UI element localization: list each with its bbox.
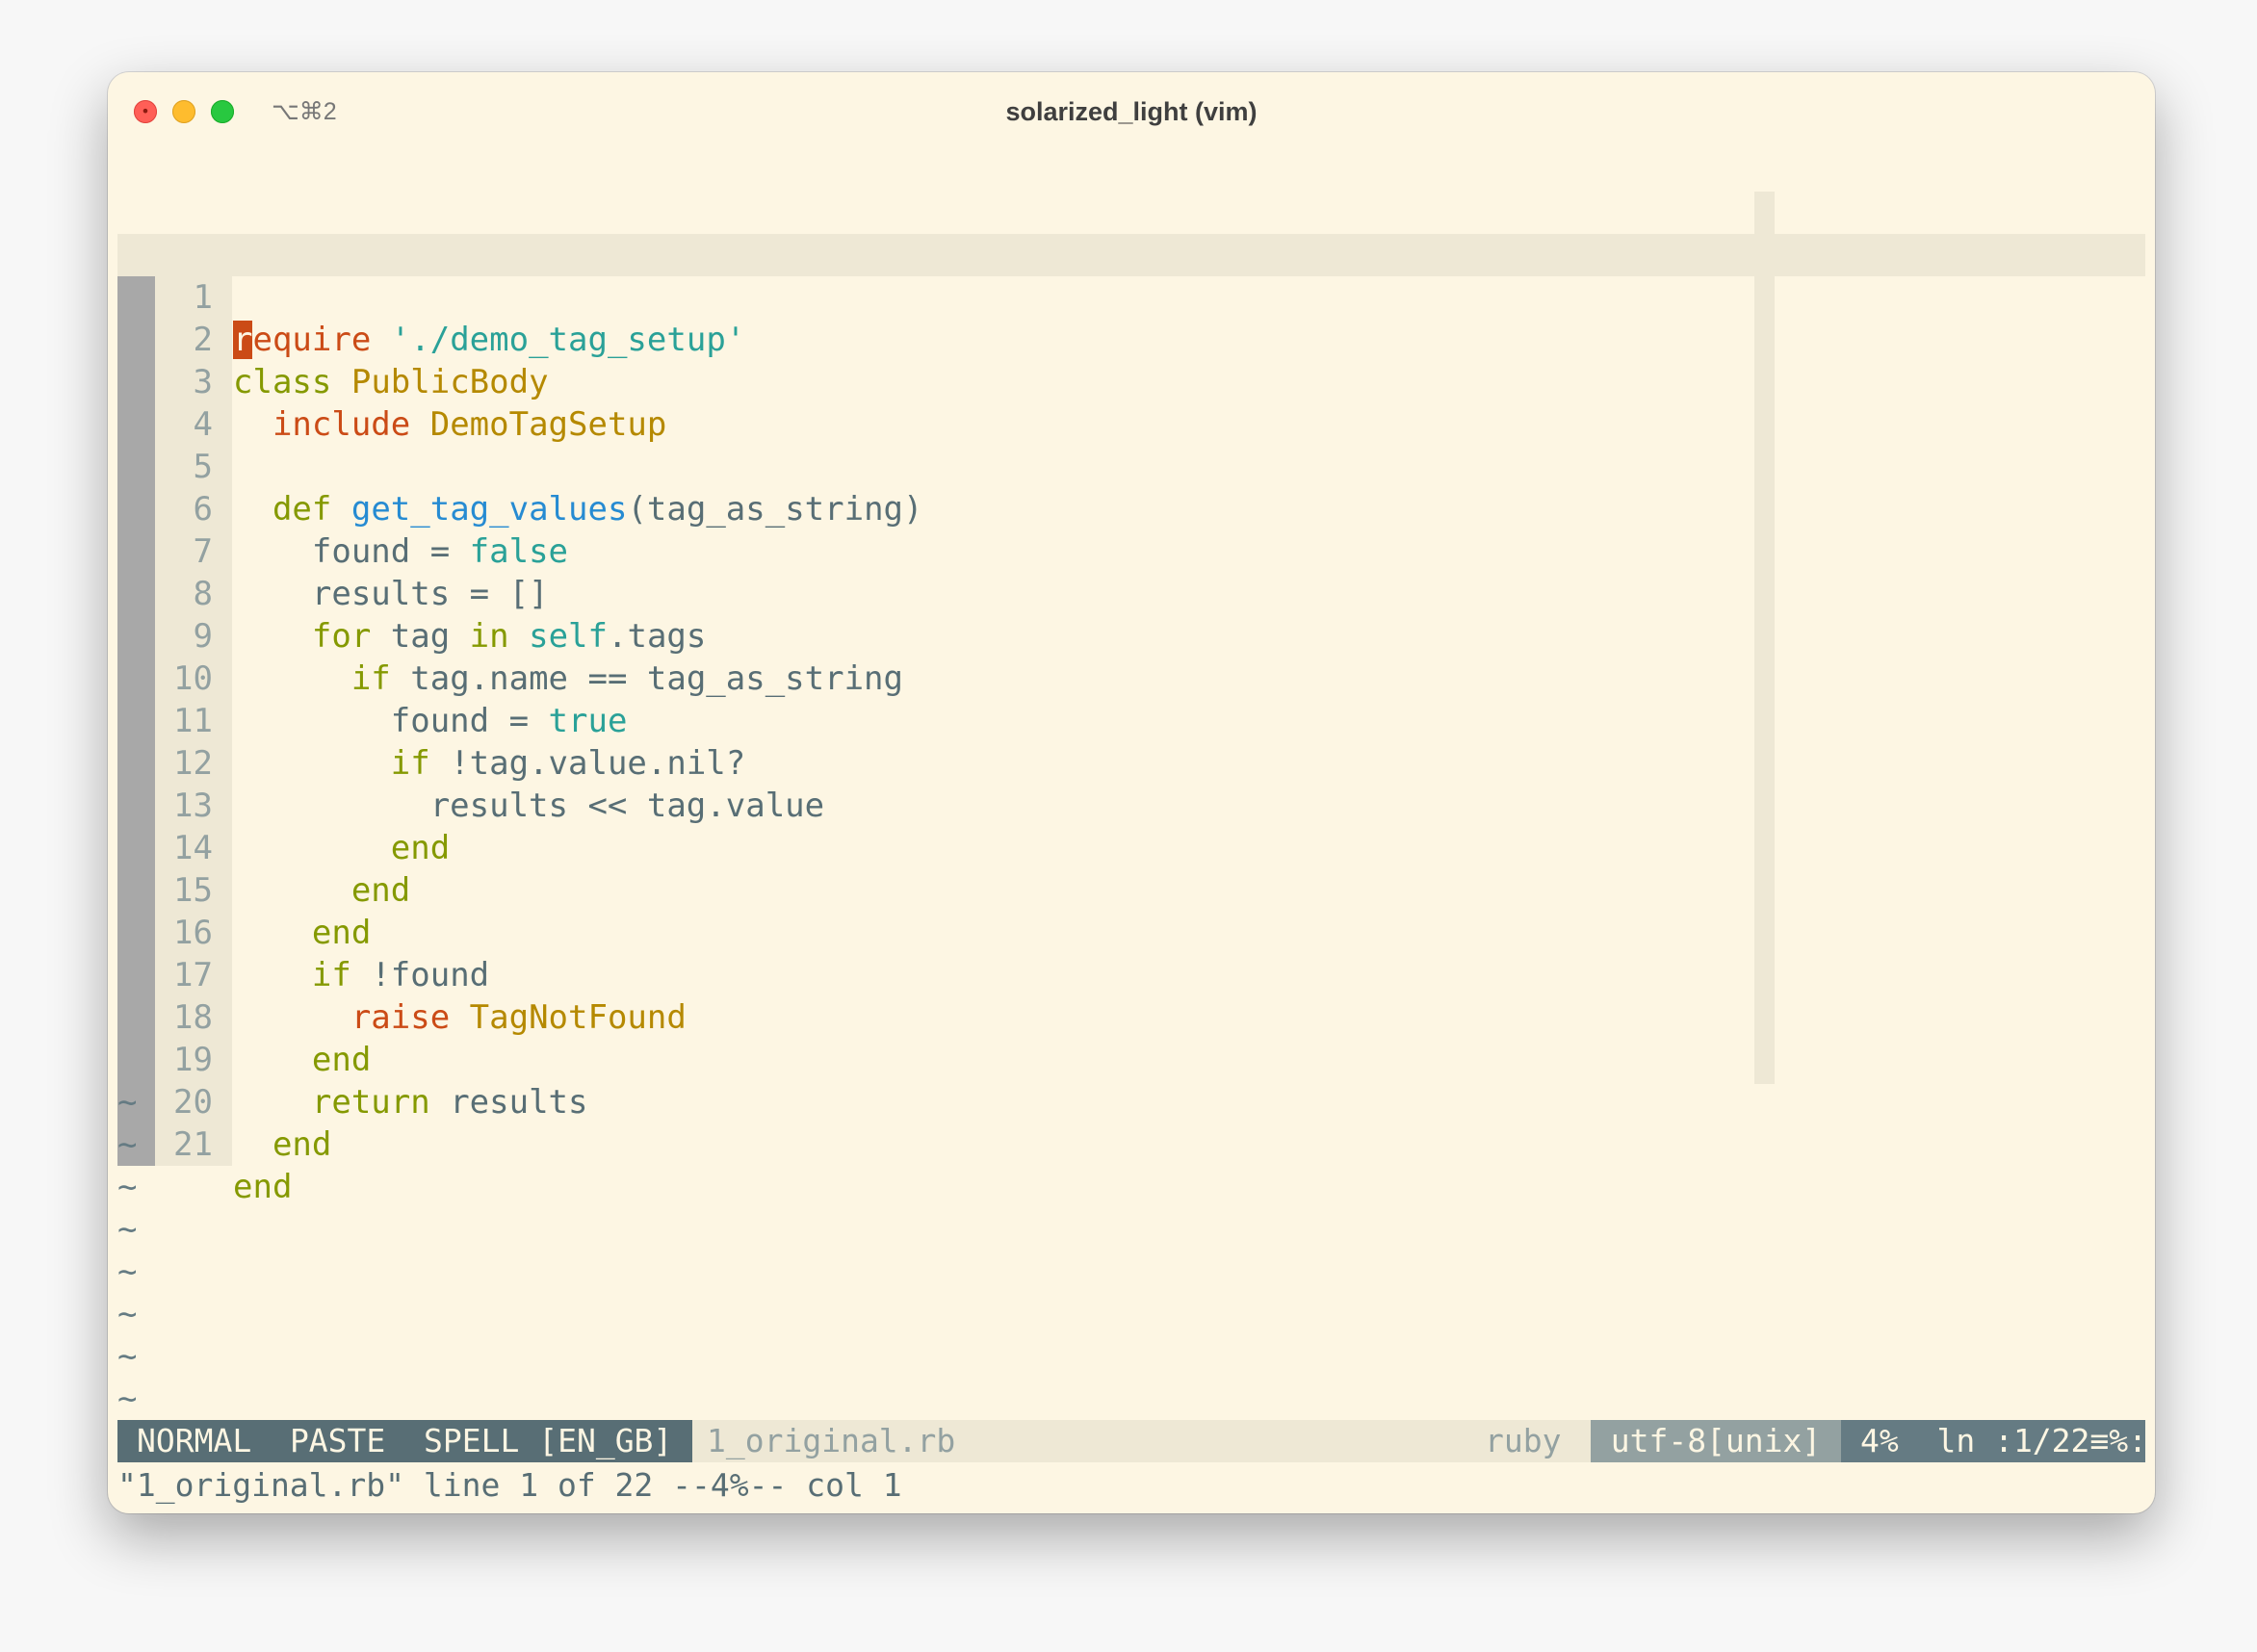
code-line[interactable]: 5 def get_tag_values(tag_as_string) bbox=[117, 361, 2145, 529]
code-line[interactable]: 2 class PublicBody bbox=[117, 234, 2145, 401]
code-line[interactable]: 9 if tag.name == tag_as_string bbox=[117, 530, 2145, 698]
code-line[interactable]: 17 raise TagNotFound bbox=[117, 869, 2145, 1037]
empty-line-marker: ~ bbox=[117, 1210, 138, 1249]
code-line[interactable]: 11 if !tag.value.nil? bbox=[117, 615, 2145, 783]
code-line[interactable]: 14 end bbox=[117, 742, 2145, 910]
code-line[interactable]: 10 found = true bbox=[117, 573, 2145, 740]
code-line[interactable]: 18 end bbox=[117, 912, 2145, 1079]
code-line[interactable]: 20 end bbox=[117, 996, 2145, 1164]
code-line[interactable]: 13 end bbox=[117, 700, 2145, 867]
status-filename: 1_original.rb bbox=[707, 1422, 956, 1459]
code-line[interactable]: 1 bbox=[117, 192, 2145, 319]
window-title: solarized_light (vim) bbox=[1005, 97, 1258, 126]
empty-line-marker: ~ bbox=[117, 1168, 138, 1206]
code-line[interactable]: 6 found = false bbox=[117, 403, 2145, 571]
line-number: 21 bbox=[155, 1123, 232, 1166]
code-line[interactable]: 19 return results bbox=[117, 954, 2145, 1122]
empty-line-marker: ~ bbox=[117, 1337, 138, 1376]
code-line[interactable]: 12 results << tag.value bbox=[117, 658, 2145, 825]
editor-area[interactable]: 1 require './demo_tag_setup' 1 2 class P… bbox=[117, 149, 2145, 1439]
line-code: end bbox=[233, 1168, 293, 1206]
code-line[interactable]: 4 bbox=[117, 319, 2145, 446]
command-line[interactable]: "1_original.rb" line 1 of 22 --4%-- col … bbox=[117, 1464, 902, 1507]
line-code: return results bbox=[311, 1083, 588, 1122]
empty-line-marker: ~ bbox=[117, 1252, 138, 1291]
status-filetype: ruby bbox=[1485, 1422, 1562, 1459]
code-line[interactable]: 15 end bbox=[117, 785, 2145, 952]
code-line[interactable]: 7 results = [] bbox=[117, 446, 2145, 613]
status-position: 4% ln :1/22≡%:1 bbox=[1841, 1420, 2155, 1462]
mode-indicator: NORMAL PASTE SPELL [EN_GB] bbox=[117, 1420, 692, 1462]
empty-line-marker: ~ bbox=[117, 1380, 138, 1418]
status-encoding: utf-8[unix] bbox=[1591, 1420, 1841, 1462]
empty-line-marker: ~ bbox=[117, 1125, 138, 1164]
empty-line-marker: ~ bbox=[117, 1083, 138, 1122]
line-code: end bbox=[272, 1125, 332, 1164]
title-bar: • ⌥⌘2 solarized_light (vim) bbox=[108, 72, 2155, 147]
current-line[interactable]: 1 require './demo_tag_setup' bbox=[117, 149, 2145, 359]
status-line: NORMAL PASTE SPELL [EN_GB] 1_original.rb… bbox=[117, 1420, 2155, 1462]
code-line[interactable]: 3 include DemoTagSetup bbox=[117, 276, 2145, 444]
vim-window: • ⌥⌘2 solarized_light (vim) 1 require '.… bbox=[108, 72, 2155, 1513]
code-line[interactable]: 21 end bbox=[117, 1039, 2145, 1206]
code-line[interactable]: 8 for tag in self.tags bbox=[117, 488, 2145, 656]
empty-line-marker: ~ bbox=[117, 1295, 138, 1333]
code-line[interactable]: 16 if !found bbox=[117, 827, 2145, 994]
